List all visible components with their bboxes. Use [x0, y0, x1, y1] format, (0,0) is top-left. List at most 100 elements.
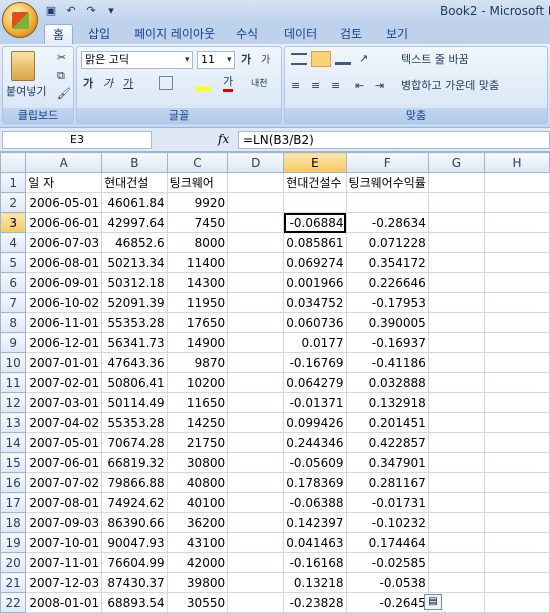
cell[interactable]: -0.05609 [283, 452, 347, 473]
cell[interactable] [484, 352, 550, 373]
cell[interactable]: 30550 [166, 592, 229, 613]
align-right-icon[interactable]: ≡ [331, 79, 340, 93]
font-size-dropdown-icon[interactable]: ▾ [227, 53, 232, 67]
cell[interactable]: -0.16769 [283, 352, 347, 373]
font-color-button[interactable]: 가 [223, 75, 234, 92]
cell[interactable]: 43100 [166, 532, 229, 553]
cell[interactable] [484, 452, 550, 473]
cell[interactable]: -0.28634 [345, 212, 429, 233]
cell[interactable]: -0.0538 [345, 572, 429, 593]
column-header[interactable]: E [283, 152, 347, 173]
paste-button[interactable]: 붙여넣기 [6, 85, 46, 99]
cell[interactable]: 2008-01-01 [25, 592, 103, 613]
row-header[interactable]: 10 [0, 352, 27, 373]
cell[interactable] [484, 192, 550, 213]
cell[interactable]: 0.099426 [283, 412, 347, 433]
middle-align-icon[interactable] [311, 51, 331, 67]
cut-icon[interactable]: ✂ [57, 51, 66, 65]
cell[interactable]: 50213.34 [101, 252, 168, 273]
cell[interactable]: 2007-11-01 [25, 552, 103, 573]
orientation-icon[interactable]: ↗ [359, 52, 368, 66]
cell[interactable]: 2007-12-03 [25, 572, 103, 593]
cell[interactable]: 52091.39 [101, 292, 168, 313]
cell[interactable]: 56341.73 [101, 332, 168, 353]
cell[interactable] [227, 192, 285, 213]
cell[interactable] [484, 212, 550, 233]
cell[interactable] [427, 172, 486, 193]
cell[interactable]: 0.034752 [283, 292, 347, 313]
formula-input[interactable]: =LN(B3/B2) [238, 131, 550, 149]
cell[interactable] [427, 532, 486, 553]
cell[interactable]: 36200 [166, 512, 229, 533]
cell[interactable] [427, 452, 486, 473]
cell[interactable] [484, 592, 550, 613]
cell[interactable]: 0.347901 [345, 452, 429, 473]
cell[interactable]: 10200 [166, 372, 229, 393]
cell[interactable]: 2007-02-01 [25, 372, 103, 393]
tab-home[interactable]: 홈 [44, 24, 74, 44]
cell[interactable] [427, 312, 486, 333]
customize-toolbar-icon[interactable]: ▾ [104, 4, 118, 18]
row-header[interactable]: 6 [0, 272, 27, 293]
cell[interactable]: 14250 [166, 412, 229, 433]
cell[interactable] [227, 352, 285, 373]
cell[interactable]: 0.060736 [283, 312, 347, 333]
cell[interactable]: 46852.6 [101, 232, 168, 253]
cell[interactable]: 42997.64 [101, 212, 168, 233]
align-left-icon[interactable]: ≡ [291, 79, 300, 93]
cell[interactable]: 현대건설 [101, 172, 168, 193]
row-header[interactable]: 21 [0, 572, 27, 593]
cell[interactable]: 68893.54 [101, 592, 168, 613]
cell[interactable] [227, 452, 285, 473]
cell[interactable] [427, 332, 486, 353]
row-header[interactable]: 5 [0, 252, 27, 273]
cell[interactable] [484, 392, 550, 413]
cell[interactable] [427, 192, 486, 213]
decrease-indent-icon[interactable]: ⇤ [355, 79, 364, 93]
font-name-dropdown-icon[interactable]: ▾ [185, 53, 190, 67]
cell[interactable]: 0.354172 [345, 252, 429, 273]
cell[interactable] [227, 392, 285, 413]
cell[interactable]: 2007-08-01 [25, 492, 103, 513]
cell[interactable] [227, 272, 285, 293]
increase-indent-icon[interactable]: ⇥ [375, 79, 384, 93]
cell[interactable]: 2006-08-01 [25, 252, 103, 273]
cell[interactable] [227, 252, 285, 273]
row-header[interactable]: 20 [0, 552, 27, 573]
tab-page-layout[interactable]: 페이지 레이아웃 [134, 24, 215, 44]
cell[interactable]: -0.06884 [283, 212, 347, 233]
cell[interactable]: -0.01731 [345, 492, 429, 513]
cell[interactable] [427, 492, 486, 513]
cell[interactable]: 2007-07-02 [25, 472, 103, 493]
name-box[interactable]: E3 [2, 131, 152, 149]
row-header[interactable]: 9 [0, 332, 27, 353]
cell[interactable]: -0.10232 [345, 512, 429, 533]
cell[interactable]: 2006-07-03 [25, 232, 103, 253]
cell[interactable]: -0.02585 [345, 552, 429, 573]
cell[interactable]: 40100 [166, 492, 229, 513]
cell[interactable]: 0.071228 [345, 232, 429, 253]
cell[interactable] [227, 572, 285, 593]
cell[interactable] [484, 492, 550, 513]
cell[interactable]: -0.17953 [345, 292, 429, 313]
cell[interactable]: 0.244346 [283, 432, 347, 453]
cell[interactable] [283, 192, 347, 213]
tab-view[interactable]: 보기 [386, 24, 408, 44]
cell[interactable]: 0.064279 [283, 372, 347, 393]
cell[interactable] [227, 332, 285, 353]
italic-button[interactable]: 가 [103, 77, 113, 91]
cell[interactable]: 2006-12-01 [25, 332, 103, 353]
cell[interactable]: 42000 [166, 552, 229, 573]
undo-icon[interactable]: ↶ [64, 4, 78, 18]
cell[interactable]: 17650 [166, 312, 229, 333]
cell[interactable] [484, 232, 550, 253]
row-header[interactable]: 18 [0, 512, 27, 533]
cell[interactable]: 일 자 [25, 172, 103, 193]
fill-color-icon[interactable] [195, 75, 211, 91]
cell[interactable] [427, 572, 486, 593]
cell[interactable]: 76604.99 [101, 552, 168, 573]
cell[interactable]: 74924.62 [101, 492, 168, 513]
cell[interactable] [484, 252, 550, 273]
cell[interactable]: 11950 [166, 292, 229, 313]
cell[interactable]: 30800 [166, 452, 229, 473]
